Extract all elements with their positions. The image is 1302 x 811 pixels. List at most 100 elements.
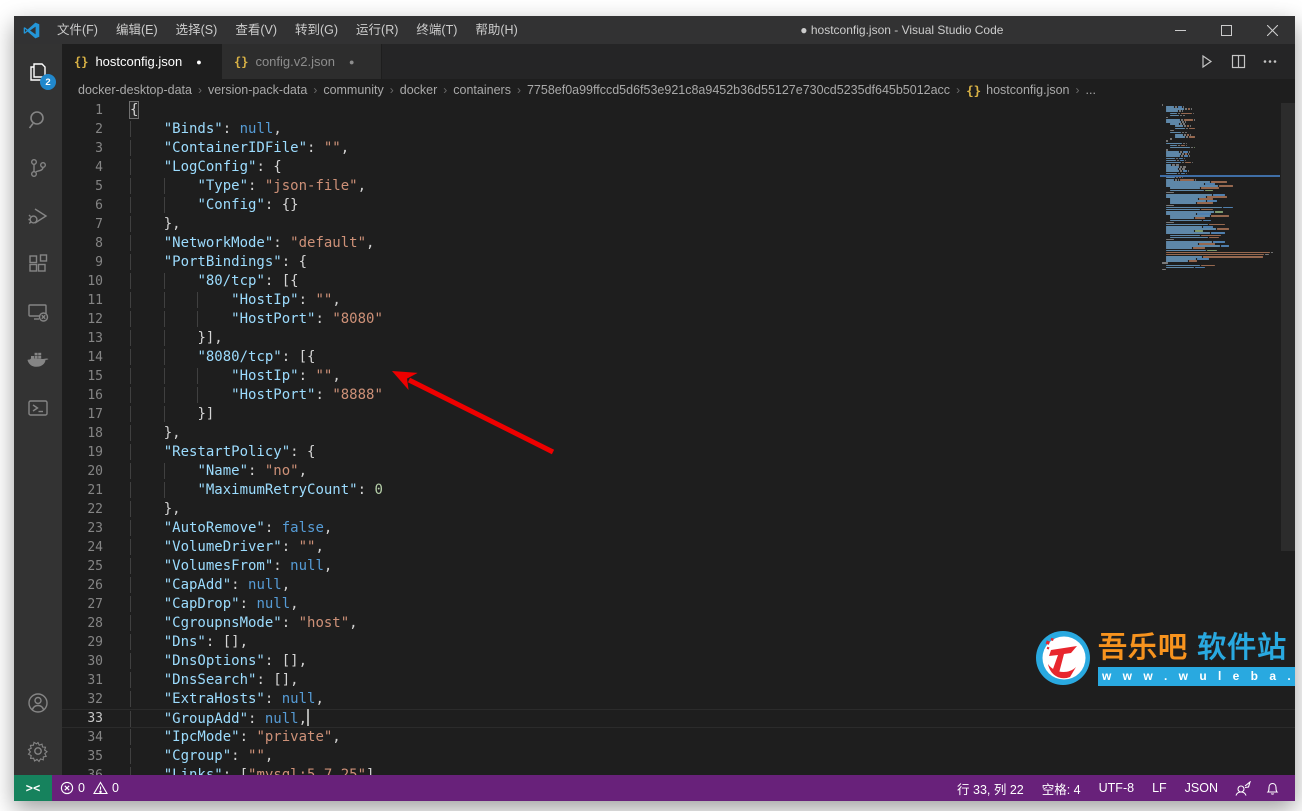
statusbar-language-mode[interactable]: JSON xyxy=(1176,775,1227,801)
token-key: "ContainerIDFile" xyxy=(164,140,307,156)
code-line-18[interactable]: 18 }, xyxy=(62,424,1295,443)
remote-explorer-icon[interactable] xyxy=(14,288,62,336)
menu-item-4[interactable]: 转到(G) xyxy=(286,16,347,44)
more-actions-icon[interactable] xyxy=(1259,51,1281,73)
code-line-31[interactable]: 31 "DnsSearch": [], xyxy=(62,671,1295,690)
minimap[interactable] xyxy=(1162,104,1276,271)
statusbar-indentation[interactable]: 空格: 4 xyxy=(1033,775,1090,801)
breadcrumb-item[interactable]: version-pack-data xyxy=(208,83,307,97)
breadcrumb-item[interactable]: containers xyxy=(453,83,511,97)
code-line-28[interactable]: 28 "CgroupnsMode": "host", xyxy=(62,614,1295,633)
code-line-11[interactable]: 11 "HostIp": "", xyxy=(62,291,1295,310)
code-line-22[interactable]: 22 }, xyxy=(62,500,1295,519)
code-line-8[interactable]: 8 "NetworkMode": "default", xyxy=(62,234,1295,253)
breadcrumb-item[interactable]: docker xyxy=(400,83,438,97)
tab-modified-dot[interactable]: ● xyxy=(349,57,354,67)
code-line-text: "HostPort": "8080" xyxy=(130,310,383,329)
minimap-segment xyxy=(1179,158,1183,160)
code-line-32[interactable]: 32 "ExtraHosts": null, xyxy=(62,690,1295,709)
vscode-logo-icon[interactable] xyxy=(14,22,48,39)
code-line-16[interactable]: 16 "HostPort": "8888" xyxy=(62,386,1295,405)
code-line-7[interactable]: 7 }, xyxy=(62,215,1295,234)
code-line-6[interactable]: 6 "Config": {} xyxy=(62,196,1295,215)
line-number: 5 xyxy=(62,177,130,196)
vertical-scrollbar[interactable] xyxy=(1281,103,1295,551)
menu-item-2[interactable]: 选择(S) xyxy=(167,16,227,44)
powershell-icon[interactable] xyxy=(14,384,62,432)
source-control-icon[interactable] xyxy=(14,144,62,192)
run-file-icon[interactable] xyxy=(1195,51,1217,73)
minimap-segment xyxy=(1184,155,1188,157)
code-editor[interactable]: 1{2 "Binds": null,3 "ContainerIDFile": "… xyxy=(62,101,1295,775)
token-punc: : xyxy=(265,273,282,289)
breadcrumb-item[interactable]: 7758ef0a99ffccd5d6f53e921c8a9452b36d5512… xyxy=(527,83,950,97)
account-icon[interactable] xyxy=(14,679,62,727)
docker-icon[interactable] xyxy=(14,336,62,384)
code-line-3[interactable]: 3 "ContainerIDFile": "", xyxy=(62,139,1295,158)
code-line-2[interactable]: 2 "Binds": null, xyxy=(62,120,1295,139)
code-line-26[interactable]: 26 "CapAdd": null, xyxy=(62,576,1295,595)
menu-item-3[interactable]: 查看(V) xyxy=(226,16,286,44)
remote-indicator[interactable]: >< xyxy=(14,775,52,801)
code-line-10[interactable]: 10 "80/tcp": [{ xyxy=(62,272,1295,291)
token-punc: : xyxy=(231,577,248,593)
code-line-4[interactable]: 4 "LogConfig": { xyxy=(62,158,1295,177)
settings-gear-icon[interactable] xyxy=(14,727,62,775)
feedback-icon[interactable] xyxy=(1227,775,1258,801)
breadcrumb-item-file[interactable]: hostconfig.json xyxy=(986,83,1069,97)
code-line-text: "NetworkMode": "default", xyxy=(130,234,374,253)
line-number: 30 xyxy=(62,652,130,671)
menu-item-1[interactable]: 编辑(E) xyxy=(107,16,167,44)
code-line-5[interactable]: 5 "Type": "json-file", xyxy=(62,177,1295,196)
code-line-36[interactable]: 36 "Links": ["mysql:5.7.25"] xyxy=(62,766,1295,775)
code-line-1[interactable]: 1{ xyxy=(62,101,1295,120)
indent-guide xyxy=(130,463,164,479)
menu-item-7[interactable]: 帮助(H) xyxy=(466,16,526,44)
statusbar-eol[interactable]: LF xyxy=(1143,775,1176,801)
code-line-30[interactable]: 30 "DnsOptions": [], xyxy=(62,652,1295,671)
code-line-25[interactable]: 25 "VolumesFrom": null, xyxy=(62,557,1295,576)
code-line-17[interactable]: 17 }] xyxy=(62,405,1295,424)
token-punc: [{ xyxy=(299,349,316,365)
menu-item-5[interactable]: 运行(R) xyxy=(347,16,407,44)
statusbar-cursor-position[interactable]: 行 33, 列 22 xyxy=(948,775,1033,801)
explorer-badge: 2 xyxy=(40,74,56,90)
tab-hostconfig.json[interactable]: {}hostconfig.json● xyxy=(62,44,222,79)
code-line-19[interactable]: 19 "RestartPolicy": { xyxy=(62,443,1295,462)
code-line-15[interactable]: 15 "HostIp": "", xyxy=(62,367,1295,386)
close-button[interactable] xyxy=(1249,16,1295,44)
code-line-20[interactable]: 20 "Name": "no", xyxy=(62,462,1295,481)
search-icon[interactable] xyxy=(14,96,62,144)
code-line-13[interactable]: 13 }], xyxy=(62,329,1295,348)
explorer-icon[interactable]: 2 xyxy=(14,48,62,96)
code-line-21[interactable]: 21 "MaximumRetryCount": 0 xyxy=(62,481,1295,500)
menu-item-0[interactable]: 文件(F) xyxy=(48,16,107,44)
code-line-34[interactable]: 34 "IpcMode": "private", xyxy=(62,728,1295,747)
tab-modified-dot[interactable]: ● xyxy=(196,57,201,67)
menu-item-6[interactable]: 终端(T) xyxy=(407,16,466,44)
statusbar-encoding[interactable]: UTF-8 xyxy=(1090,775,1143,801)
line-number: 27 xyxy=(62,595,130,614)
run-debug-icon[interactable] xyxy=(14,192,62,240)
breadcrumb-item[interactable]: docker-desktop-data xyxy=(78,83,192,97)
notifications-bell-icon[interactable] xyxy=(1258,775,1287,801)
code-line-35[interactable]: 35 "Cgroup": "", xyxy=(62,747,1295,766)
code-line-14[interactable]: 14 "8080/tcp": [{ xyxy=(62,348,1295,367)
code-line-33[interactable]: 33 "GroupAdd": null, xyxy=(62,709,1295,728)
breadcrumb-item-more[interactable]: ... xyxy=(1086,83,1096,97)
code-line-23[interactable]: 23 "AutoRemove": false, xyxy=(62,519,1295,538)
code-line-text: }, xyxy=(130,500,181,519)
code-line-9[interactable]: 9 "PortBindings": { xyxy=(62,253,1295,272)
split-editor-icon[interactable] xyxy=(1227,51,1249,73)
extensions-icon[interactable] xyxy=(14,240,62,288)
code-line-27[interactable]: 27 "CapDrop": null, xyxy=(62,595,1295,614)
code-line-24[interactable]: 24 "VolumeDriver": "", xyxy=(62,538,1295,557)
code-line-12[interactable]: 12 "HostPort": "8080" xyxy=(62,310,1295,329)
breadcrumb-item[interactable]: community xyxy=(323,83,383,97)
minimize-button[interactable] xyxy=(1157,16,1203,44)
code-line-text: "RestartPolicy": { xyxy=(130,443,315,462)
code-line-29[interactable]: 29 "Dns": [], xyxy=(62,633,1295,652)
maximize-button[interactable] xyxy=(1203,16,1249,44)
problems-indicator[interactable]: 0 0 xyxy=(52,775,127,801)
tab-config.v2.json[interactable]: {}config.v2.json● xyxy=(222,44,382,79)
